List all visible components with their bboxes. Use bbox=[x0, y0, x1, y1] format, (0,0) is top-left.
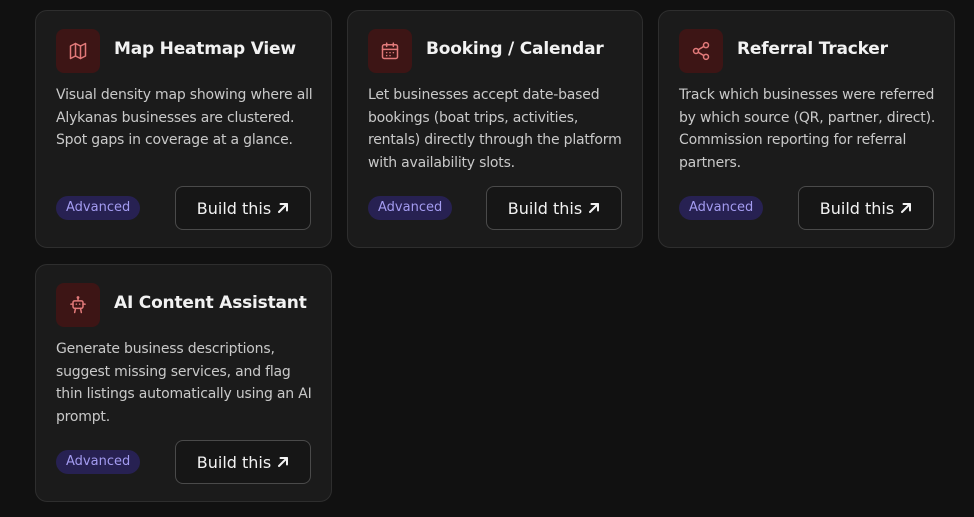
feature-card-booking-calendar: Booking / Calendar Let businesses accept… bbox=[347, 10, 643, 248]
build-button-label: Build this bbox=[819, 198, 895, 218]
arrow-up-right-icon bbox=[277, 456, 289, 468]
arrow-up-right-icon bbox=[900, 202, 912, 214]
map-icon bbox=[56, 29, 100, 73]
calendar-icon bbox=[368, 29, 412, 73]
difficulty-badge: Advanced bbox=[368, 196, 453, 220]
build-button-label: Build this bbox=[196, 198, 272, 218]
card-title: AI Content Assistant bbox=[114, 293, 307, 313]
share-icon bbox=[679, 29, 723, 73]
difficulty-badge: Advanced bbox=[56, 450, 141, 474]
card-title: Map Heatmap View bbox=[114, 39, 296, 59]
arrow-up-right-icon bbox=[588, 202, 600, 214]
difficulty-badge: Advanced bbox=[679, 196, 764, 220]
card-description: Visual density map showing where all Aly… bbox=[56, 87, 313, 148]
feature-card-referral-tracker: Referral Tracker Track which businesses … bbox=[658, 10, 955, 248]
build-this-button[interactable]: Build this bbox=[486, 186, 622, 230]
build-button-label: Build this bbox=[196, 452, 272, 472]
bot-icon bbox=[56, 283, 100, 327]
card-description: Generate business descriptions, suggest … bbox=[56, 341, 312, 425]
difficulty-badge: Advanced bbox=[56, 196, 141, 220]
feature-card-ai-content-assistant: AI Content Assistant Generate business d… bbox=[35, 264, 332, 502]
card-title: Referral Tracker bbox=[737, 39, 888, 59]
build-this-button[interactable]: Build this bbox=[175, 440, 311, 484]
card-title: Booking / Calendar bbox=[426, 39, 604, 59]
build-this-button[interactable]: Build this bbox=[175, 186, 311, 230]
card-description: Track which businesses were referred by … bbox=[679, 87, 936, 171]
feature-card-map-heatmap: Map Heatmap View Visual density map show… bbox=[35, 10, 332, 248]
card-description: Let businesses accept date-based booking… bbox=[368, 87, 622, 171]
arrow-up-right-icon bbox=[277, 202, 289, 214]
build-button-label: Build this bbox=[507, 198, 583, 218]
feature-card-grid: Map Heatmap View Visual density map show… bbox=[35, 10, 955, 503]
build-this-button[interactable]: Build this bbox=[798, 186, 934, 230]
